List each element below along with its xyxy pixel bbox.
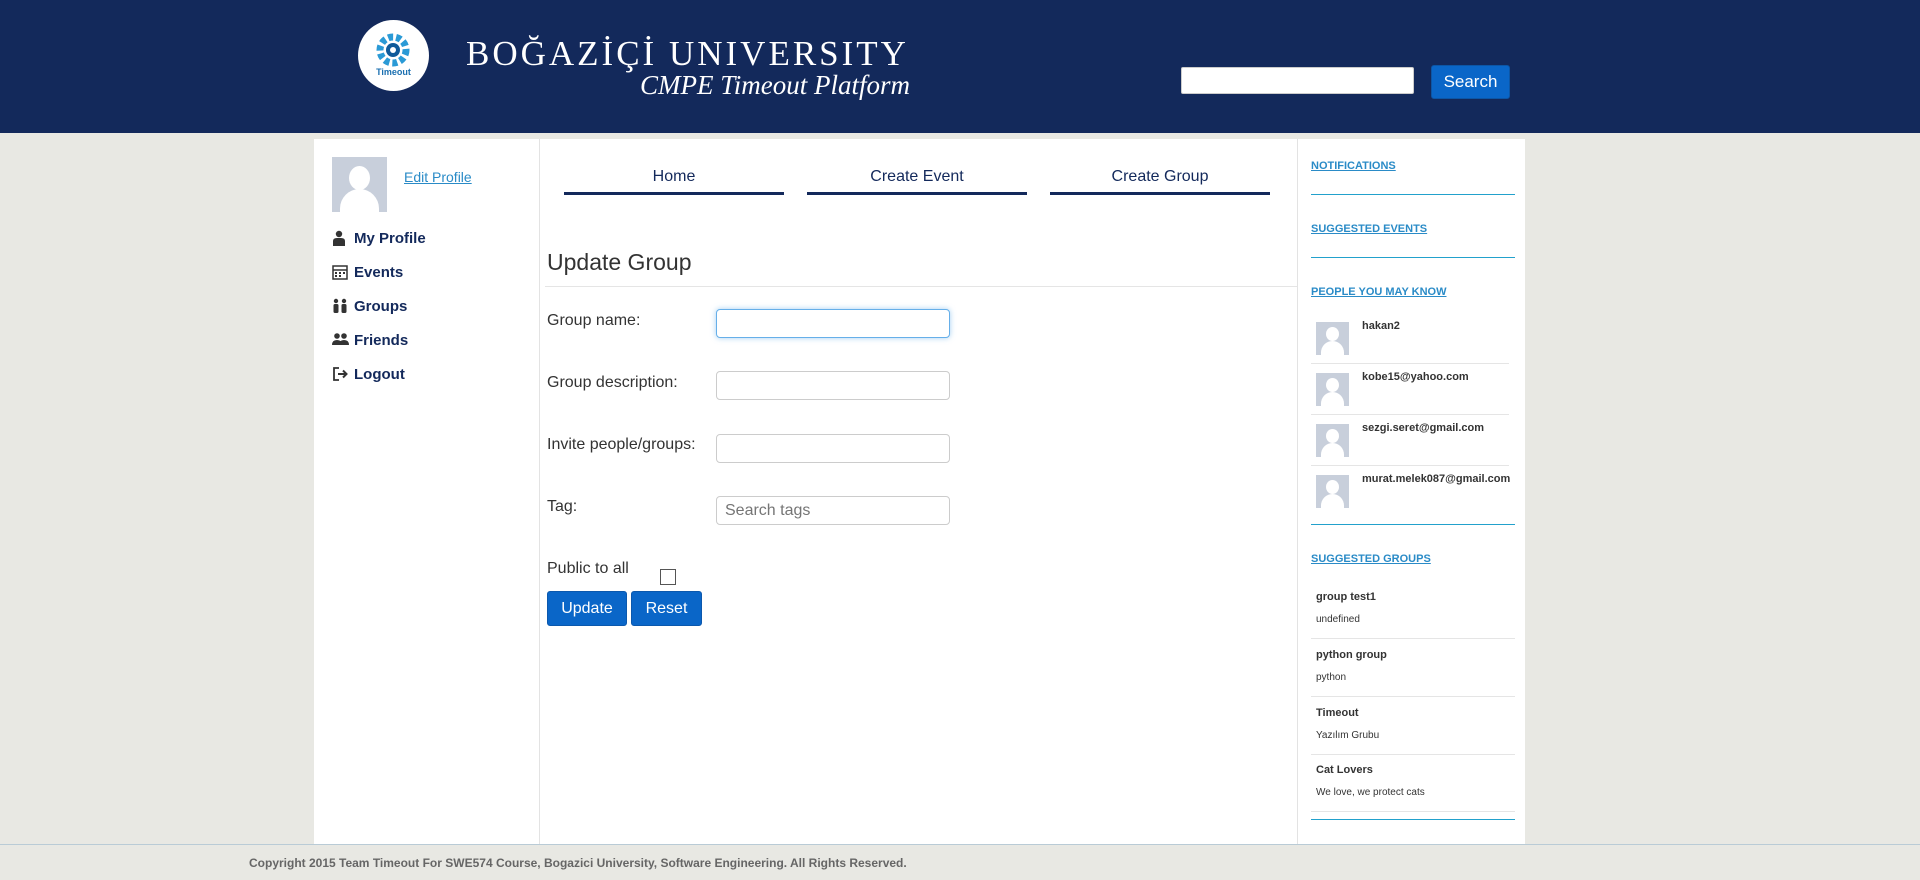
main-container: Edit Profile My Profile Events Groups Fr… (314, 139, 1525, 844)
group-description: undefined (1316, 614, 1360, 625)
sidebar-item-label: Events (354, 263, 404, 281)
group-description: We love, we protect cats (1316, 787, 1425, 798)
group-name: group test1 (1316, 591, 1376, 603)
title-divider (545, 286, 1297, 287)
sidebar-item-events[interactable]: Events (332, 262, 403, 282)
tab-home[interactable]: Home (564, 158, 784, 195)
sidebar-item-label: Friends (354, 331, 409, 349)
friends-icon (332, 332, 349, 349)
logo-text: Timeout (376, 67, 411, 77)
person-item[interactable]: murat.melek087@gmail.com (1311, 466, 1511, 517)
invite-input[interactable] (716, 434, 950, 463)
sidebar-item-label: Logout (354, 365, 405, 383)
tab-create-event[interactable]: Create Event (807, 158, 1027, 195)
divider (1311, 819, 1515, 820)
site-header: Timeout BOĞAZİÇİ UNIVERSITY CMPE Timeout… (0, 0, 1920, 133)
invite-label: Invite people/groups: (547, 436, 696, 453)
person-item[interactable]: kobe15@yahoo.com (1311, 364, 1509, 415)
calendar-icon (332, 264, 349, 281)
search-button[interactable]: Search (1431, 65, 1510, 99)
person-name: murat.melek087@gmail.com (1362, 473, 1511, 485)
group-name: Timeout (1316, 707, 1359, 719)
search-input[interactable] (1181, 67, 1414, 94)
person-avatar (1316, 475, 1349, 508)
right-sidebar: NOTIFICATIONS SUGGESTED EVENTS PEOPLE YO… (1297, 139, 1525, 844)
group-name-label: Group name: (547, 312, 641, 329)
group-name: Cat Lovers (1316, 764, 1373, 776)
group-icon (332, 298, 349, 315)
tag-search-input[interactable] (716, 496, 950, 525)
group-description: Yazılım Grubu (1316, 730, 1380, 741)
tag-label: Tag: (547, 498, 578, 515)
update-button[interactable]: Update (547, 591, 627, 626)
person-avatar (1316, 424, 1349, 457)
site-subtitle: CMPE Timeout Platform (640, 70, 910, 100)
group-name-input[interactable] (716, 309, 950, 338)
page-title: Update Group (547, 249, 692, 275)
divider (1311, 524, 1515, 525)
sidebar-item-groups[interactable]: Groups (332, 296, 407, 316)
people-heading[interactable]: PEOPLE YOU MAY KNOW (1311, 286, 1447, 298)
group-description-input[interactable] (716, 371, 950, 400)
person-item[interactable]: hakan2 (1311, 313, 1509, 364)
suggested-groups-heading[interactable]: SUGGESTED GROUPS (1311, 553, 1431, 565)
divider (1311, 257, 1515, 258)
edit-profile-link[interactable]: Edit Profile (404, 169, 472, 185)
gear-logo-icon (376, 33, 410, 67)
logout-icon (332, 366, 349, 383)
sidebar-item-logout[interactable]: Logout (332, 364, 405, 384)
person-name: sezgi.seret@gmail.com (1362, 422, 1484, 434)
person-avatar (1316, 373, 1349, 406)
divider (1311, 194, 1515, 195)
public-label: Public to all (547, 560, 629, 577)
suggested-events-heading[interactable]: SUGGESTED EVENTS (1311, 223, 1427, 235)
person-avatar (1316, 322, 1349, 355)
sidebar-item-label: Groups (354, 297, 408, 315)
person-name: kobe15@yahoo.com (1362, 371, 1469, 383)
notifications-heading[interactable]: NOTIFICATIONS (1311, 160, 1396, 172)
group-item[interactable]: group test1 undefined (1311, 581, 1515, 639)
group-description: python (1316, 672, 1347, 683)
group-item[interactable]: python group python (1311, 639, 1515, 697)
tab-create-group[interactable]: Create Group (1050, 158, 1270, 195)
sidebar-item-friends[interactable]: Friends (332, 330, 408, 350)
footer-copyright: Copyright 2015 Team Timeout For SWE574 C… (249, 856, 907, 870)
group-item[interactable]: Timeout Yazılım Grubu (1311, 697, 1515, 755)
timeout-logo[interactable]: Timeout (358, 20, 429, 91)
main-content: Home Create Event Create Group Update Gr… (540, 139, 1297, 844)
sidebar-item-label: My Profile (354, 229, 426, 247)
user-icon (332, 230, 349, 247)
reset-button[interactable]: Reset (631, 591, 702, 626)
person-name: hakan2 (1362, 320, 1400, 332)
site-title: BOĞAZİÇİ UNIVERSITY (466, 34, 909, 73)
left-sidebar: Edit Profile My Profile Events Groups Fr… (314, 139, 540, 844)
public-checkbox[interactable] (660, 569, 676, 585)
group-item[interactable]: Cat Lovers We love, we protect cats (1311, 754, 1515, 812)
group-name: python group (1316, 649, 1387, 661)
footer-divider (0, 844, 1920, 845)
profile-avatar (332, 157, 387, 212)
person-item[interactable]: sezgi.seret@gmail.com (1311, 415, 1509, 466)
sidebar-item-my-profile[interactable]: My Profile (332, 228, 426, 248)
group-description-label: Group description: (547, 374, 678, 391)
